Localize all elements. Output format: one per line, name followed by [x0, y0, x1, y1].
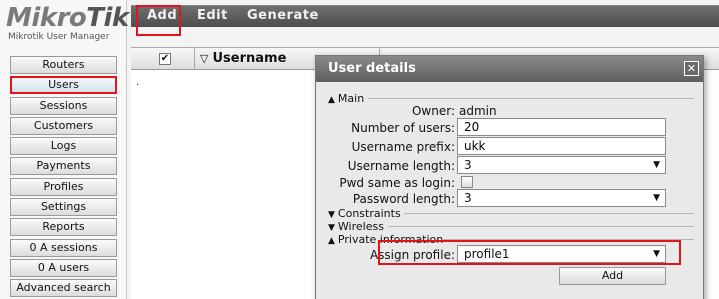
grid-row-marker: .	[136, 77, 140, 88]
password-length-value: 3	[464, 191, 472, 205]
password-length-label: Password length:	[352, 192, 455, 206]
sidebar-item-active-users[interactable]: 0 A users	[10, 258, 117, 277]
sidebar-item-users[interactable]: Users	[10, 76, 117, 95]
username-prefix-input[interactable]	[457, 137, 666, 155]
triangle-down-icon: ▼	[328, 210, 335, 220]
username-header-label: Username	[212, 51, 287, 66]
number-of-users-input[interactable]	[457, 118, 666, 136]
assign-profile-highlight-box	[378, 240, 681, 265]
password-length-select[interactable]: 3 ▼	[457, 189, 666, 207]
sidebar-item-settings[interactable]: Settings	[10, 198, 117, 217]
section-divider	[388, 226, 694, 227]
username-prefix-label: Username prefix:	[351, 140, 455, 154]
username-length-label: Username length:	[347, 159, 455, 173]
sidebar-item-customers[interactable]: Customers	[10, 116, 117, 135]
section-divider	[404, 213, 694, 214]
menu-edit[interactable]: Edit	[197, 8, 228, 23]
sidebar-item-routers[interactable]: Routers	[10, 56, 117, 74]
pwd-same-label: Pwd same as login:	[339, 176, 455, 190]
username-length-select[interactable]: 3 ▼	[457, 156, 666, 174]
dialog-title: User details	[328, 61, 416, 76]
number-of-users-label: Number of users:	[351, 121, 455, 135]
triangle-up-icon: ▲	[328, 236, 335, 246]
close-icon[interactable]: ✕	[684, 61, 699, 76]
sidebar-item-advanced-search[interactable]: Advanced search	[10, 279, 117, 298]
sidebar-item-active-sessions[interactable]: 0 A sessions	[10, 238, 117, 257]
sidebar-nav: Routers Users Sessions Customers Logs Pa…	[10, 56, 117, 299]
sidebar-item-logs[interactable]: Logs	[10, 137, 117, 156]
logo-subtitle: Mikrotik User Manager	[8, 32, 110, 42]
dropdown-arrow-icon: ▼	[653, 193, 660, 203]
section-main[interactable]: ▲ Main	[328, 92, 364, 105]
logo-brand-tik: Tik	[86, 3, 129, 33]
dialog-titlebar: User details ✕	[316, 56, 703, 82]
sidebar-item-payments[interactable]: Payments	[10, 157, 117, 176]
dropdown-arrow-icon: ▼	[653, 160, 660, 170]
top-menubar: Add Edit Generate	[131, 5, 719, 27]
sidebar: MikroTik Mikrotik User Manager Routers U…	[0, 0, 129, 299]
select-all-column[interactable]: ✔	[131, 48, 195, 70]
sort-icon: ▽	[200, 52, 209, 65]
username-length-value: 3	[464, 158, 472, 172]
menu-generate[interactable]: Generate	[247, 8, 319, 23]
triangle-down-icon: ▼	[328, 223, 335, 233]
triangle-up-icon: ▲	[328, 95, 335, 105]
section-divider	[368, 98, 694, 99]
pwd-same-checkbox[interactable]	[461, 176, 473, 188]
mikrotik-logo: MikroTik Mikrotik User Manager	[6, 3, 129, 43]
sidebar-item-profiles[interactable]: Profiles	[10, 177, 117, 196]
owner-value: admin	[459, 104, 497, 118]
section-wireless[interactable]: ▼ Wireless	[328, 220, 384, 233]
select-all-checkbox[interactable]: ✔	[159, 53, 171, 65]
section-constraints[interactable]: ▼ Constraints	[328, 207, 401, 220]
sidebar-item-sessions[interactable]: Sessions	[10, 96, 117, 115]
add-highlight-box	[136, 5, 181, 36]
add-user-button[interactable]: Add	[559, 267, 666, 285]
logo-brand: Mikro	[6, 3, 87, 33]
sidebar-item-reports[interactable]: Reports	[10, 218, 117, 237]
owner-label: Owner:	[411, 104, 455, 118]
